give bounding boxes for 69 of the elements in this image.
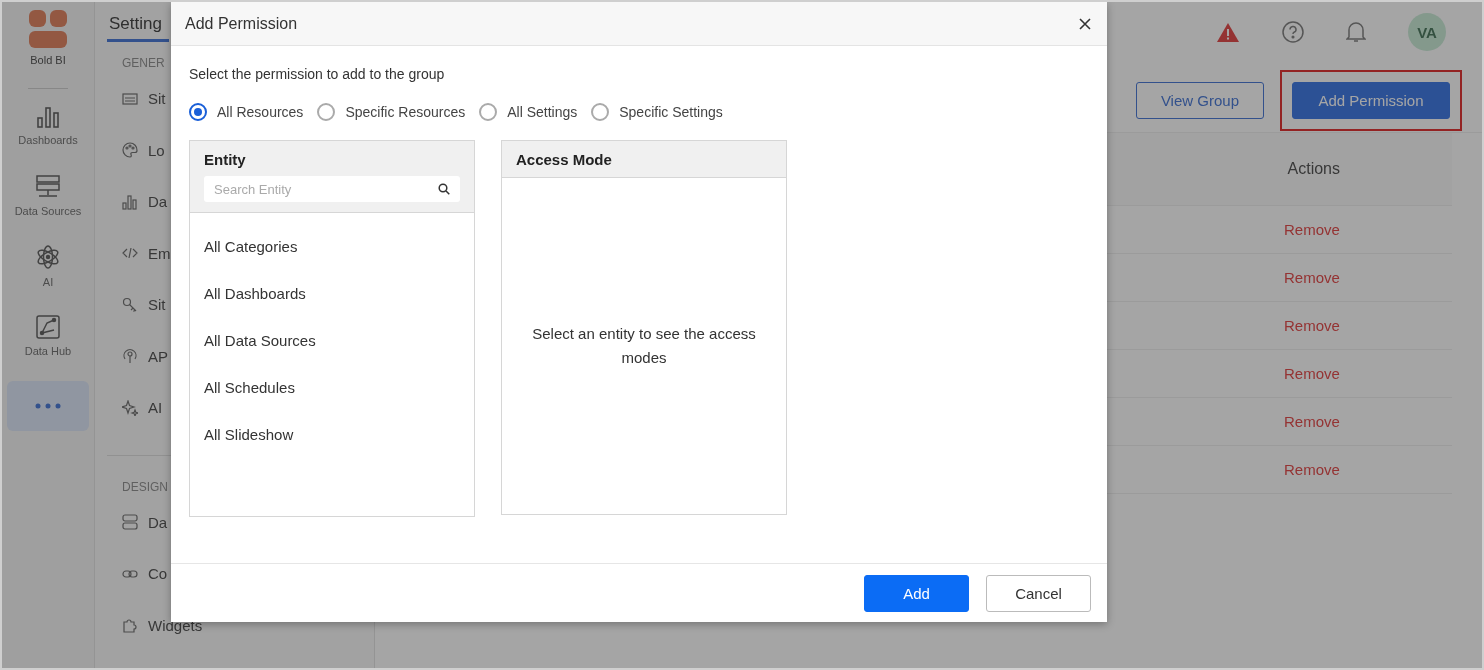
settings-item[interactable]: Co [148,565,168,582]
radio-label[interactable]: All Resources [217,104,304,120]
url-icon [122,90,138,107]
column-header: Actions [1287,160,1340,178]
api-icon [122,348,138,364]
close-icon[interactable] [1079,17,1091,30]
palette-icon [122,142,138,158]
settings-item[interactable]: Sit [148,90,166,107]
search-icon [438,183,450,195]
radio-button[interactable] [479,103,498,121]
dialog-title: Add Permission [185,14,298,33]
remove-link[interactable]: Remove [1284,413,1340,430]
nav-item[interactable]: Data Hub [7,311,89,361]
logo-icon [29,10,67,48]
entity-item[interactable]: All Schedules [204,378,460,397]
remove-link[interactable]: Remove [1284,461,1340,478]
bar-chart-icon [36,106,60,128]
entity-item[interactable]: All Data Sources [204,331,460,350]
entity-item[interactable]: All Dashboards [204,284,460,303]
radio-button[interactable] [189,103,207,121]
atom-icon [35,244,61,270]
warning-icon[interactable] [1216,21,1240,43]
key-icon [122,296,138,313]
dialog-button[interactable]: Cancel [986,574,1091,612]
settings-item[interactable]: Em [148,244,171,262]
settings-item[interactable]: Da [148,513,168,531]
dialog-button[interactable]: Add [864,574,969,612]
help-icon[interactable] [1282,21,1304,43]
section-heading: GENER [122,56,166,70]
graph-icon [36,315,60,339]
server-icon [35,175,61,199]
radio-label[interactable]: Specific Resources [345,104,466,120]
settings-item[interactable]: AP [148,347,168,365]
nav-item[interactable]: Data Sources [7,171,89,221]
puzzle-icon [122,617,138,633]
empty-message: Select an entity to see the access modes [531,324,757,368]
brand-name: Bold BI [30,54,66,66]
radio-label[interactable]: Specific Settings [619,104,723,120]
layout-icon [122,514,138,530]
radio-label[interactable]: All Settings [507,104,578,120]
remove-link[interactable]: Remove [1284,221,1340,238]
nav-item[interactable]: AI [7,241,89,291]
remove-link[interactable]: Remove [1284,317,1340,334]
page-title: Setting [108,14,162,34]
settings-item[interactable]: Widgets [148,616,203,634]
entity-item[interactable]: All Slideshow [204,425,460,444]
chart-icon [122,193,138,210]
code-icon [122,245,138,261]
user-avatar[interactable]: VA [1408,13,1446,51]
settings-item[interactable]: AI [148,399,163,416]
settings-item[interactable]: Sit [148,296,166,313]
remove-link[interactable]: Remove [1284,269,1340,286]
settings-item[interactable]: Da [148,193,168,210]
radio-button[interactable] [591,103,610,121]
panel-title: Entity [204,151,247,168]
panel-title: Access Mode [516,151,613,168]
sparkle-icon [122,399,138,416]
radio-button[interactable] [317,103,336,121]
section-heading: DESIGN [122,479,169,494]
toolbar-button[interactable]: Add Permission [1292,81,1450,119]
more-icon [35,403,61,409]
toolbar-button[interactable]: View Group [1135,81,1264,119]
entity-item[interactable]: All Categories [204,237,460,256]
remove-link[interactable]: Remove [1284,365,1340,382]
dialog-prompt: Select the permission to add to the group [189,66,446,82]
nav-item[interactable]: Dashboards [7,101,89,151]
settings-item[interactable]: Lo [148,141,165,159]
search-field[interactable]: Search Entity [204,176,460,202]
bell-icon[interactable] [1346,21,1366,43]
